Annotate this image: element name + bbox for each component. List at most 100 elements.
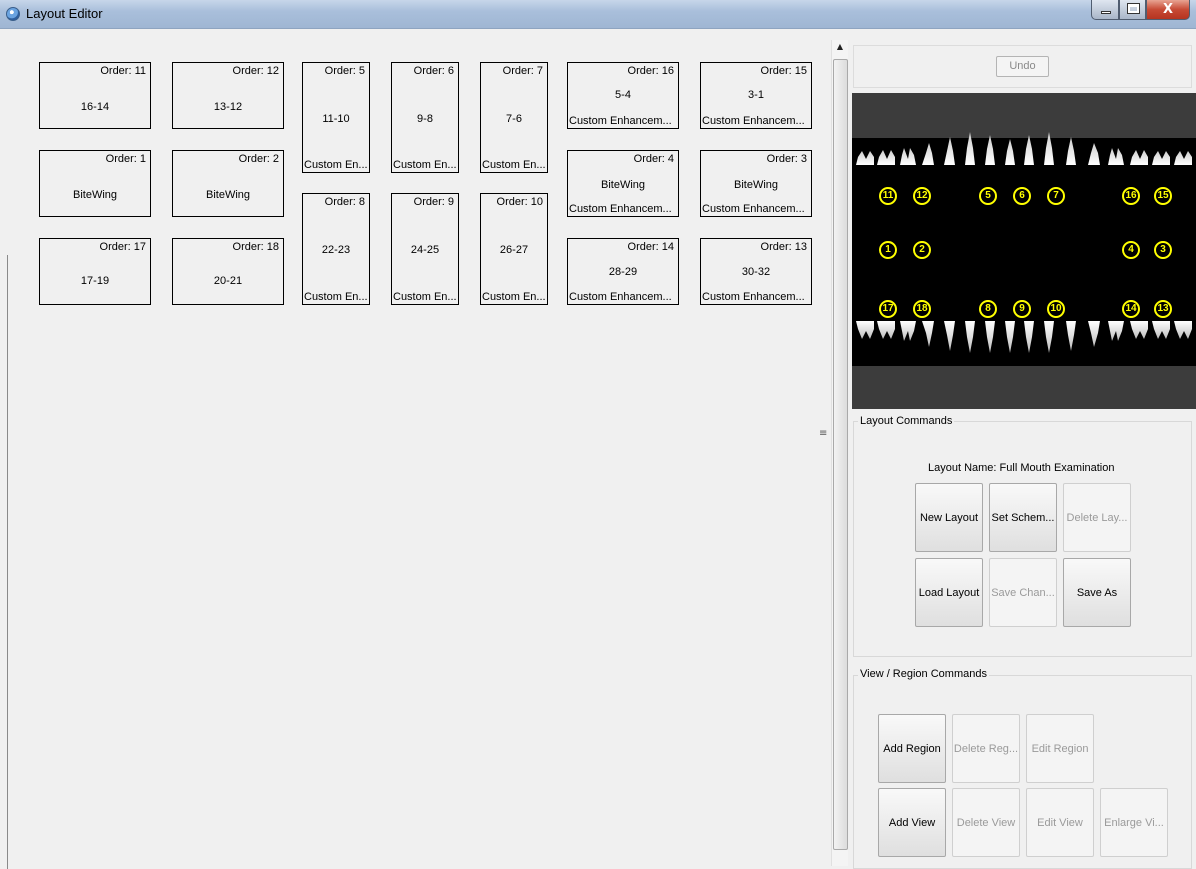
region-marker[interactable]: 9 bbox=[1013, 300, 1031, 318]
region-tile[interactable]: Order: 5 11-10 Custom En... bbox=[302, 62, 370, 173]
tile-enhancement: Custom Enhancem... bbox=[569, 115, 672, 127]
tile-enhancement: Custom En... bbox=[304, 291, 368, 303]
tile-order: Order: 5 bbox=[324, 65, 365, 77]
region-tile[interactable]: Order: 12 13-12 bbox=[172, 62, 284, 129]
region-marker[interactable]: 7 bbox=[1047, 187, 1065, 205]
set-scheme-button[interactable]: Set Schem... bbox=[989, 483, 1057, 552]
tile-order: Order: 10 bbox=[496, 196, 543, 208]
tile-label: 13-12 bbox=[213, 101, 243, 113]
tile-label: 16-14 bbox=[80, 101, 110, 113]
save-changes-button[interactable]: Save Chan... bbox=[989, 558, 1057, 627]
tile-label: 30-32 bbox=[741, 266, 771, 278]
new-layout-button[interactable]: New Layout bbox=[915, 483, 983, 552]
region-marker[interactable]: 1 bbox=[879, 241, 897, 259]
tile-order: Order: 6 bbox=[413, 65, 454, 77]
undo-button[interactable]: Undo bbox=[996, 56, 1049, 77]
region-tile[interactable]: Order: 7 7-6 Custom En... bbox=[480, 62, 548, 173]
region-marker[interactable]: 11 bbox=[879, 187, 897, 205]
vertical-scrollbar[interactable]: ▲ bbox=[831, 40, 848, 866]
region-tile[interactable]: Order: 11 16-14 bbox=[39, 62, 151, 129]
minimize-button[interactable] bbox=[1091, 0, 1119, 20]
delete-view-button[interactable]: Delete View bbox=[952, 788, 1020, 857]
tile-order: Order: 15 bbox=[760, 65, 807, 77]
tile-enhancement: Custom Enhancem... bbox=[702, 115, 805, 127]
tile-enhancement: Custom En... bbox=[393, 291, 457, 303]
region-tile[interactable]: Order: 15 3-1 Custom Enhancem... bbox=[700, 62, 812, 129]
tile-order: Order: 13 bbox=[760, 241, 807, 253]
tile-label: 28-29 bbox=[608, 266, 638, 278]
edit-view-button[interactable]: Edit View bbox=[1026, 788, 1094, 857]
tile-label: 3-1 bbox=[748, 89, 764, 101]
tile-order: Order: 14 bbox=[627, 241, 674, 253]
scroll-up-arrow-icon[interactable]: ▲ bbox=[832, 42, 848, 51]
tile-enhancement: Custom En... bbox=[393, 159, 457, 171]
tile-enhancement: Custom En... bbox=[482, 159, 546, 171]
tile-order: Order: 11 bbox=[100, 65, 146, 77]
region-marker[interactable]: 5 bbox=[979, 187, 997, 205]
layout-commands-title: Layout Commands bbox=[858, 415, 955, 427]
tile-label: 17-19 bbox=[80, 275, 110, 287]
region-tile[interactable]: Order: 3 BiteWing Custom Enhancem... bbox=[700, 150, 812, 217]
save-as-button[interactable]: Save As bbox=[1063, 558, 1131, 627]
tile-enhancement: Custom Enhancem... bbox=[702, 203, 805, 215]
tile-order: Order: 18 bbox=[232, 241, 279, 253]
enlarge-view-button[interactable]: Enlarge Vi... bbox=[1100, 788, 1168, 857]
close-button[interactable]: X bbox=[1146, 0, 1190, 20]
region-tile[interactable]: Order: 14 28-29 Custom Enhancem... bbox=[567, 238, 679, 305]
region-marker[interactable]: 15 bbox=[1154, 187, 1172, 205]
load-layout-button[interactable]: Load Layout bbox=[915, 558, 983, 627]
tile-order: Order: 9 bbox=[413, 196, 454, 208]
add-region-button[interactable]: Add Region bbox=[878, 714, 946, 783]
region-tile[interactable]: Order: 13 30-32 Custom Enhancem... bbox=[700, 238, 812, 305]
tile-label: 24-25 bbox=[410, 244, 440, 256]
tile-enhancement: Custom En... bbox=[304, 159, 368, 171]
scroll-thumb[interactable] bbox=[833, 59, 848, 850]
region-tile[interactable]: Order: 4 BiteWing Custom Enhancem... bbox=[567, 150, 679, 217]
region-marker[interactable]: 14 bbox=[1122, 300, 1140, 318]
tile-label: BiteWing bbox=[733, 179, 779, 191]
maximize-button[interactable] bbox=[1119, 0, 1146, 20]
tile-label: BiteWing bbox=[72, 189, 118, 201]
tile-order: Order: 17 bbox=[99, 241, 146, 253]
region-marker[interactable]: 8 bbox=[979, 300, 997, 318]
region-marker[interactable]: 18 bbox=[913, 300, 931, 318]
region-tile[interactable]: Order: 1 BiteWing bbox=[39, 150, 151, 217]
region-tile[interactable]: Order: 18 20-21 bbox=[172, 238, 284, 305]
dental-xray[interactable]: 11 12 5 6 7 16 15 1 2 4 3 17 18 8 9 10 1… bbox=[852, 93, 1196, 409]
region-marker[interactable]: 10 bbox=[1047, 300, 1065, 318]
tile-enhancement: Custom Enhancem... bbox=[569, 203, 672, 215]
tile-label: 5-4 bbox=[615, 89, 631, 101]
region-tile[interactable]: Order: 16 5-4 Custom Enhancem... bbox=[567, 62, 679, 129]
region-tile[interactable]: Order: 6 9-8 Custom En... bbox=[391, 62, 459, 173]
tile-label: BiteWing bbox=[600, 179, 646, 191]
region-marker[interactable]: 12 bbox=[913, 187, 931, 205]
title-bar[interactable]: Layout Editor X bbox=[0, 0, 1196, 29]
region-tile[interactable]: Order: 2 BiteWing bbox=[172, 150, 284, 217]
window-title: Layout Editor bbox=[26, 6, 103, 21]
delete-region-button[interactable]: Delete Reg... bbox=[952, 714, 1020, 783]
tile-order: Order: 1 bbox=[105, 153, 146, 165]
tile-order: Order: 4 bbox=[633, 153, 674, 165]
tile-enhancement: Custom Enhancem... bbox=[702, 291, 805, 303]
tile-label: BiteWing bbox=[205, 189, 251, 201]
delete-layout-button[interactable]: Delete Lay... bbox=[1063, 483, 1131, 552]
region-tile[interactable]: Order: 17 17-19 bbox=[39, 238, 151, 305]
region-marker[interactable]: 13 bbox=[1154, 300, 1172, 318]
region-marker[interactable]: 2 bbox=[913, 241, 931, 259]
tile-label: 7-6 bbox=[506, 113, 522, 125]
region-marker[interactable]: 6 bbox=[1013, 187, 1031, 205]
edit-region-button[interactable]: Edit Region bbox=[1026, 714, 1094, 783]
region-marker[interactable]: 3 bbox=[1154, 241, 1172, 259]
region-tile[interactable]: Order: 10 26-27 Custom En... bbox=[480, 193, 548, 305]
tile-order: Order: 16 bbox=[627, 65, 674, 77]
upper-teeth bbox=[856, 132, 1192, 165]
region-marker[interactable]: 17 bbox=[879, 300, 897, 318]
region-tile[interactable]: Order: 8 22-23 Custom En... bbox=[302, 193, 370, 305]
region-tile[interactable]: Order: 9 24-25 Custom En... bbox=[391, 193, 459, 305]
region-marker[interactable]: 16 bbox=[1122, 187, 1140, 205]
tile-enhancement: Custom Enhancem... bbox=[569, 291, 672, 303]
tile-order: Order: 12 bbox=[232, 65, 279, 77]
splitter-grip-icon[interactable]: ≡ bbox=[819, 428, 827, 439]
add-view-button[interactable]: Add View bbox=[878, 788, 946, 857]
region-marker[interactable]: 4 bbox=[1122, 241, 1140, 259]
